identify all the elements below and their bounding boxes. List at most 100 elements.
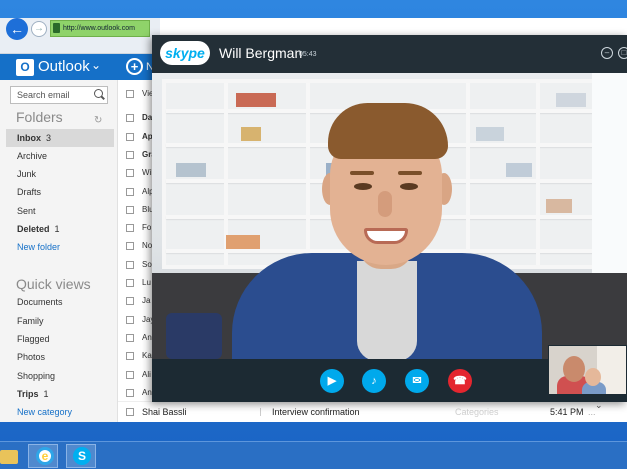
caller-brow [398, 171, 422, 175]
select-checkbox[interactable] [126, 333, 134, 342]
call-duration: 05:43 [299, 51, 317, 58]
select-checkbox[interactable] [126, 187, 134, 196]
site-identity-icon [53, 23, 60, 33]
select-checkbox[interactable] [126, 223, 134, 232]
caller-smile [364, 228, 408, 244]
sender-name: Ali [142, 370, 151, 379]
caller-brow [350, 171, 374, 175]
caller-eye [400, 183, 418, 190]
chevron-down-icon[interactable]: ⌄ [91, 58, 101, 72]
pillow [166, 313, 222, 359]
select-checkbox[interactable] [126, 205, 134, 214]
sidebar-item-label: Flagged [17, 334, 50, 344]
sidebar-item-drafts[interactable]: Drafts [6, 183, 114, 201]
sidebar-item-label: Archive [17, 151, 48, 161]
sidebar-item-shopping[interactable]: Shopping [6, 367, 114, 385]
select-checkbox[interactable] [126, 168, 134, 177]
sender-name: Da [142, 113, 153, 122]
sender-name: Ka [142, 351, 152, 360]
sender-name: No [142, 241, 153, 250]
folders-heading: Folders [16, 109, 63, 125]
hang-up-icon[interactable]: ☎ [448, 369, 472, 393]
internet-explorer-icon[interactable]: e [36, 447, 54, 465]
sidebar-item-documents[interactable]: Documents [6, 293, 114, 311]
select-checkbox[interactable] [126, 388, 134, 397]
sidebar-item-label: Documents [17, 297, 63, 307]
chat-bubble-icon[interactable]: ✉ [405, 369, 429, 393]
unread-count: 3 [46, 133, 52, 143]
category-label[interactable]: Categories [455, 402, 499, 422]
sidebar-item-label: Photos [17, 352, 46, 362]
select-checkbox[interactable] [126, 408, 134, 416]
forward-arrow-icon[interactable]: → [31, 21, 47, 37]
search-icon[interactable] [94, 89, 103, 98]
quick-views-heading: Quick views [16, 276, 91, 292]
video-feed [152, 73, 627, 359]
select-checkbox[interactable] [126, 113, 134, 122]
sender-name: Shai Bassli [142, 407, 187, 417]
sidebar-item-label: Deleted [17, 224, 50, 234]
skype-icon[interactable]: S [73, 447, 91, 465]
caller-tshirt [357, 261, 417, 359]
new-folder-link[interactable]: New folder [17, 242, 60, 252]
select-checkbox[interactable] [126, 241, 134, 250]
app-title[interactable]: Outlook [38, 58, 90, 75]
sidebar-item-label: Drafts [17, 187, 42, 197]
skype-logo: skype [160, 41, 210, 65]
sidebar-item-flagged[interactable]: Flagged [6, 330, 114, 348]
sidebar-item-label: Junk [17, 169, 37, 179]
sidebar-item-label: Sent [17, 206, 36, 216]
select-checkbox[interactable] [126, 89, 134, 98]
self-view-thumbnail[interactable] [548, 345, 627, 395]
call-controls-bar [152, 359, 548, 402]
sender-name: Ja [142, 296, 151, 305]
self-view-child-face [585, 368, 601, 386]
new-plus-icon[interactable]: + [126, 58, 143, 75]
sidebar-item-junk[interactable]: Junk [6, 165, 114, 183]
select-checkbox[interactable] [126, 296, 134, 305]
flag-icon[interactable] [260, 408, 266, 416]
sidebar-item-deleted[interactable]: Deleted 1 [6, 220, 114, 238]
select-checkbox[interactable] [126, 351, 134, 360]
microphone-icon[interactable]: ♪ [362, 369, 386, 393]
select-checkbox[interactable] [126, 315, 134, 324]
message-time: 5:41 PM [550, 407, 584, 417]
new-category-link[interactable]: New category [17, 407, 72, 417]
sender-name: Lu [142, 278, 151, 287]
message-subject: Interview confirmation [272, 407, 360, 417]
caller-nose [378, 191, 392, 217]
unread-count: 1 [43, 389, 49, 399]
sidebar-item-label: Shopping [17, 371, 56, 381]
sidebar-item-photos[interactable]: Photos [6, 348, 114, 366]
sender-name: An [142, 388, 152, 397]
select-checkbox[interactable] [126, 370, 134, 379]
sidebar-item-sent[interactable]: Sent [6, 202, 114, 220]
url-field[interactable]: http://www.outlook.com [50, 20, 150, 37]
self-view-face [563, 356, 585, 382]
sender-name: So [142, 260, 152, 269]
select-checkbox[interactable] [126, 260, 134, 269]
select-checkbox[interactable] [126, 278, 134, 287]
window-light [592, 73, 627, 283]
unread-count: 1 [54, 224, 60, 234]
sidebar-item-inbox[interactable]: Inbox 3 [6, 129, 114, 147]
file-explorer-icon[interactable] [0, 450, 18, 464]
sidebar-item-family[interactable]: Family [6, 312, 114, 330]
caller-name: Will Bergman [219, 45, 303, 61]
sidebar-item-label: Inbox [17, 133, 41, 143]
sidebar-item-archive[interactable]: Archive [6, 147, 114, 165]
sender-name: Fo [142, 223, 152, 232]
select-checkbox[interactable] [126, 150, 134, 159]
sender-name: An [142, 333, 152, 342]
minimize-icon[interactable]: – [601, 47, 613, 59]
back-arrow-icon[interactable]: ← [6, 18, 28, 40]
video-camera-icon[interactable]: ▶ [320, 369, 344, 393]
select-checkbox[interactable] [126, 132, 134, 141]
fullscreen-icon[interactable]: □ [618, 47, 627, 59]
sidebar-item-label: Trips [17, 389, 39, 399]
sidebar-item-label: Family [17, 316, 44, 326]
refresh-icon[interactable]: ↻ [94, 115, 102, 126]
caller-hair [328, 103, 448, 159]
sidebar-item-trips[interactable]: Trips 1 [6, 385, 114, 403]
table-row[interactable]: Shai Bassli Interview confirmation Categ… [118, 401, 627, 421]
